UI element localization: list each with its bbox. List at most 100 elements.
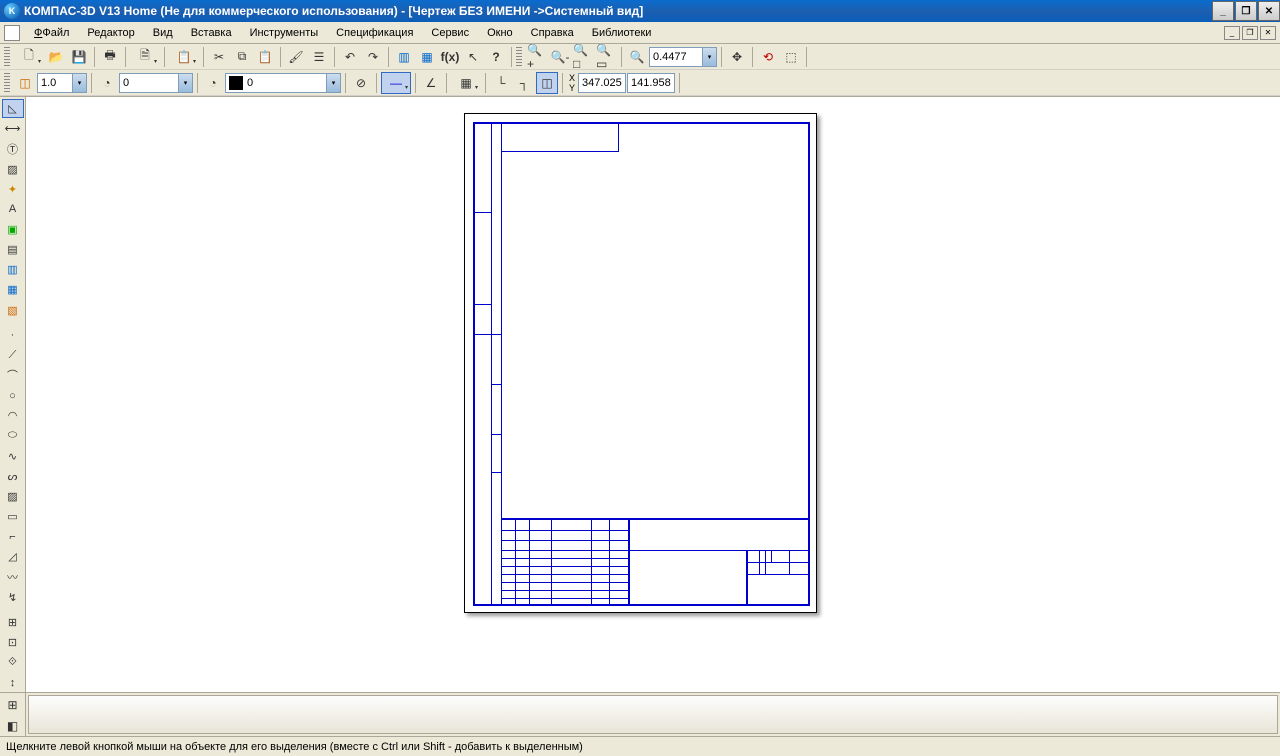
mdi-close-button[interactable]: ✕ xyxy=(1260,26,1276,40)
grid-button[interactable]: ▦ xyxy=(451,72,481,94)
minimize-button[interactable]: _ xyxy=(1212,1,1234,21)
aux-tool-1[interactable]: ⊞ xyxy=(2,613,24,632)
linestyle-button[interactable]: — xyxy=(381,72,411,94)
prop-tool-2[interactable]: ◧ xyxy=(2,716,24,736)
property-panel-body[interactable] xyxy=(28,695,1278,734)
aux-tool-3[interactable]: ⟐ xyxy=(2,653,24,672)
nurbs-tool[interactable]: ↯ xyxy=(2,588,24,607)
redo-button[interactable]: ↷ xyxy=(362,46,384,68)
bezier-tool[interactable]: ᔕ xyxy=(2,467,24,486)
menu-view[interactable]: Вид xyxy=(145,25,181,41)
aux-tool-2[interactable]: ⊡ xyxy=(2,633,24,652)
snap-button[interactable]: ◫ xyxy=(14,72,36,94)
menu-insert[interactable]: Вставка xyxy=(183,25,240,41)
menu-window[interactable]: Окно xyxy=(479,25,521,41)
pan-button[interactable]: ✥ xyxy=(726,46,748,68)
maximize-button[interactable]: ❐ xyxy=(1235,1,1257,21)
measure-panel-button[interactable]: A xyxy=(2,200,24,219)
aux-tool-4[interactable]: ↕ xyxy=(2,673,24,692)
calc-button[interactable]: ▦ xyxy=(416,46,438,68)
drawing-canvas[interactable] xyxy=(26,97,1280,692)
line-tool[interactable]: ⟋ xyxy=(2,346,24,365)
arc-tool[interactable]: ◠ xyxy=(2,406,24,425)
edit-panel-button[interactable]: ▨ xyxy=(2,159,24,178)
zoom-fit-button[interactable]: 🔍▭ xyxy=(595,46,617,68)
coord-x-field[interactable]: 347.025 xyxy=(578,73,626,93)
reports-panel-button[interactable]: ▥ xyxy=(2,260,24,279)
ellipse-tool[interactable]: ⬭ xyxy=(2,426,24,445)
rebuild-button[interactable]: ⟲ xyxy=(757,46,779,68)
ortho-button[interactable]: └ xyxy=(490,72,512,94)
menu-tools[interactable]: Инструменты xyxy=(242,25,327,41)
point-tool[interactable]: · xyxy=(2,326,24,345)
zoom-window-button[interactable]: 🔍□ xyxy=(572,46,594,68)
menu-service[interactable]: Сервис xyxy=(423,25,477,41)
help-tool-button[interactable]: ? xyxy=(485,46,507,68)
spec-panel-button[interactable]: ▤ xyxy=(2,240,24,259)
local-cs-button[interactable]: ┐ xyxy=(513,72,535,94)
layer-value: 0 xyxy=(247,77,253,89)
app-icon: K xyxy=(4,3,20,19)
library-button[interactable]: ▥ xyxy=(393,46,415,68)
properties-button[interactable]: ☰ xyxy=(308,46,330,68)
step-combo[interactable]: 1.0 ▾ xyxy=(37,73,87,93)
open-button[interactable]: 📂 xyxy=(45,46,67,68)
document-icon[interactable] xyxy=(4,25,20,41)
refresh-button[interactable]: ⬚ xyxy=(780,46,802,68)
dimensions-panel-button[interactable]: ⟷ xyxy=(2,119,24,138)
cut-button[interactable]: ✂ xyxy=(208,46,230,68)
menu-help[interactable]: Справка xyxy=(523,25,582,41)
toolbar-grip[interactable] xyxy=(516,47,522,67)
compact-panel: ◺ ⟷ Ⓣ ▨ ✦ A ▣ ▤ ▥ ▦ ▧ · ⟋ ⌒ ○ ◠ ⬭ ∿ ᔕ ▨ … xyxy=(0,97,26,692)
angle-snap-button[interactable]: ∠ xyxy=(420,72,442,94)
print-button[interactable]: 🖶 xyxy=(99,46,121,68)
mdi-minimize-button[interactable]: _ xyxy=(1224,26,1240,40)
rounding-button[interactable]: ◫ xyxy=(536,72,558,94)
menu-editor[interactable]: Редактор xyxy=(79,25,142,41)
zoom-combo[interactable]: 0.4477 ▾ xyxy=(649,47,717,67)
designation-panel-button[interactable]: Ⓣ xyxy=(2,139,24,158)
param-panel-button[interactable]: ✦ xyxy=(2,180,24,199)
chamfer-tool[interactable]: ◿ xyxy=(2,547,24,566)
geometry-panel-button[interactable]: ◺ xyxy=(2,99,24,118)
insert-panel-button[interactable]: ▧ xyxy=(2,301,24,320)
paste-button[interactable]: 📋 xyxy=(254,46,276,68)
copy-button[interactable]: ⧉ xyxy=(231,46,253,68)
circle-tool[interactable]: ○ xyxy=(2,386,24,405)
view-combo[interactable]: 0 ▾ xyxy=(119,73,193,93)
layer-state-button[interactable]: ◔ xyxy=(202,72,224,94)
menu-file[interactable]: ФФайл xyxy=(26,25,77,41)
zoom-out-button[interactable]: 🔍- xyxy=(549,46,571,68)
brush-button[interactable]: 🖌 xyxy=(285,46,307,68)
stop-button[interactable]: ⊘ xyxy=(350,72,372,94)
mdi-restore-button[interactable]: ❐ xyxy=(1242,26,1258,40)
prop-tool-1[interactable]: ⊞ xyxy=(2,695,24,715)
menu-spec[interactable]: Спецификация xyxy=(328,25,421,41)
coord-y-field[interactable]: 141.958 xyxy=(627,73,675,93)
layer-combo[interactable]: 0 ▾ xyxy=(225,73,341,93)
views-panel-button[interactable]: ▦ xyxy=(2,280,24,299)
select-panel-button[interactable]: ▣ xyxy=(2,220,24,239)
preview-button[interactable]: 🗎 xyxy=(130,46,160,68)
fx-button[interactable]: f(x) xyxy=(439,46,461,68)
fillet-tool[interactable]: ⌐ xyxy=(2,527,24,546)
close-button[interactable]: ✕ xyxy=(1258,1,1280,21)
spline2-tool[interactable]: 〰 xyxy=(2,567,24,586)
undo-button[interactable]: ↶ xyxy=(339,46,361,68)
toolbar-grip[interactable] xyxy=(4,73,10,93)
new-button[interactable]: 🗋 xyxy=(14,46,44,68)
save-button[interactable]: 💾 xyxy=(68,46,90,68)
clipboard-button[interactable]: 📋 xyxy=(169,46,199,68)
zoom-scale-button[interactable]: 🔍 xyxy=(626,46,648,68)
spline-tool[interactable]: ∿ xyxy=(2,446,24,465)
view-state-button[interactable]: ◔ xyxy=(96,72,118,94)
polyline-tool[interactable]: ⌒ xyxy=(2,366,24,385)
toolbar-grip[interactable] xyxy=(4,47,10,67)
title-block xyxy=(501,518,808,604)
status-bar: Щелкните левой кнопкой мыши на объекте д… xyxy=(0,736,1280,756)
zoom-in-button[interactable]: 🔍+ xyxy=(526,46,548,68)
cursor-button[interactable]: ↖ xyxy=(462,46,484,68)
hatch-tool[interactable]: ▨ xyxy=(2,487,24,506)
rect-tool[interactable]: ▭ xyxy=(2,507,24,526)
menu-libs[interactable]: Библиотеки xyxy=(584,25,660,41)
